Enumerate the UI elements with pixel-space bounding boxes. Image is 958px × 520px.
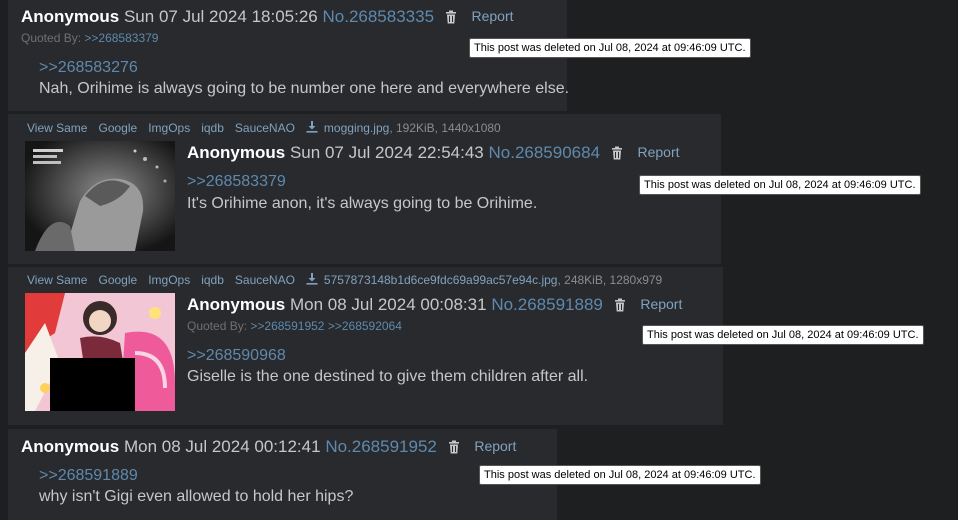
post-message: Giselle is the one destined to give them…	[187, 368, 589, 385]
trash-icon[interactable]	[445, 9, 457, 29]
report-link[interactable]: Report	[640, 296, 682, 312]
file-meta: , 248KiB, 1280x979	[557, 273, 663, 287]
saucenao-link[interactable]: SauceNAO	[235, 121, 295, 135]
iqdb-link[interactable]: iqdb	[201, 121, 224, 135]
trash-icon[interactable]	[448, 439, 460, 459]
trash-icon[interactable]	[614, 297, 626, 317]
file-info: View Same Google ImgOps iqdb SauceNAO mogging…	[27, 121, 501, 136]
trash-icon[interactable]	[611, 145, 623, 165]
post-message: Nah, Orihime is always going to be numbe…	[39, 80, 570, 97]
post-number[interactable]: No.268591952	[325, 437, 437, 456]
saucenao-link[interactable]: SauceNAO	[235, 273, 295, 287]
deleted-notice: This post was deleted on Jul 08, 2024 at…	[639, 175, 921, 195]
poster-name: Anonymous	[187, 143, 286, 162]
download-icon[interactable]	[306, 273, 318, 288]
deleted-notice: This post was deleted on Jul 08, 2024 at…	[469, 38, 751, 58]
backlink[interactable]: >>268583379	[84, 31, 158, 45]
imgops-link[interactable]: ImgOps	[148, 121, 190, 135]
file-name-link[interactable]: mogging.jpg	[324, 121, 389, 135]
file-info: View Same Google ImgOps iqdb SauceNAO 5757873…	[27, 273, 662, 288]
file-meta: , 192KiB, 1440x1080	[389, 121, 501, 135]
post-date: Sun 07 Jul 2024 22:54:43	[289, 143, 484, 162]
quoted-by-label: Quoted By:	[187, 319, 248, 333]
post-header: Anonymous Mon 08 Jul 2024 00:12:41 No.26…	[21, 437, 516, 459]
google-link[interactable]: Google	[98, 273, 137, 287]
view-same-link[interactable]: View Same	[27, 273, 87, 287]
view-same-link[interactable]: View Same	[27, 121, 87, 135]
imgops-link[interactable]: ImgOps	[148, 273, 190, 287]
post-header: Anonymous Mon 08 Jul 2024 00:08:31 No.26…	[187, 295, 682, 317]
file-name-link[interactable]: 5757873148b1d6ce9fdc69a99ac57e94c.jpg	[324, 273, 558, 287]
post-number[interactable]: No.268583335	[322, 7, 434, 26]
post-date: Mon 08 Jul 2024 00:12:41	[123, 437, 321, 456]
post-number[interactable]: No.268590684	[488, 143, 600, 162]
post-date: Mon 08 Jul 2024 00:08:31	[289, 295, 487, 314]
quote-link[interactable]: >>268591889	[39, 467, 138, 485]
report-link[interactable]: Report	[472, 8, 514, 24]
quoted-by-label: Quoted By:	[21, 31, 82, 45]
post-header: Anonymous Sun 07 Jul 2024 18:05:26 No.26…	[21, 7, 514, 29]
iqdb-link[interactable]: iqdb	[201, 273, 224, 287]
quoted-by: Quoted By: >>268583379	[21, 31, 158, 45]
post-message: why isn't Gigi even allowed to hold her …	[39, 488, 354, 505]
backlink[interactable]: >>268591952	[250, 319, 324, 333]
deleted-notice: This post was deleted on Jul 08, 2024 at…	[479, 465, 761, 485]
report-link[interactable]: Report	[638, 144, 680, 160]
quote-link[interactable]: >>268583276	[39, 59, 138, 77]
backlink[interactable]: >>268592064	[328, 319, 402, 333]
deleted-notice: This post was deleted on Jul 08, 2024 at…	[642, 325, 924, 345]
post-date: Sun 07 Jul 2024 18:05:26	[123, 7, 318, 26]
post-message: It's Orihime anon, it's always going to …	[187, 195, 538, 212]
download-icon[interactable]	[306, 121, 318, 136]
quote-link[interactable]: >>268583379	[187, 173, 286, 191]
thumbnail-image[interactable]	[25, 141, 175, 251]
poster-name: Anonymous	[21, 7, 120, 26]
google-link[interactable]: Google	[98, 121, 137, 135]
poster-name: Anonymous	[21, 437, 120, 456]
poster-name: Anonymous	[187, 295, 286, 314]
post-header: Anonymous Sun 07 Jul 2024 22:54:43 No.26…	[187, 143, 680, 165]
thumbnail-image[interactable]	[25, 293, 175, 411]
quoted-by: Quoted By: >>268591952 >>268592064	[187, 319, 402, 333]
post-number[interactable]: No.268591889	[491, 295, 603, 314]
report-link[interactable]: Report	[474, 438, 516, 454]
quote-link[interactable]: >>268590968	[187, 347, 286, 365]
